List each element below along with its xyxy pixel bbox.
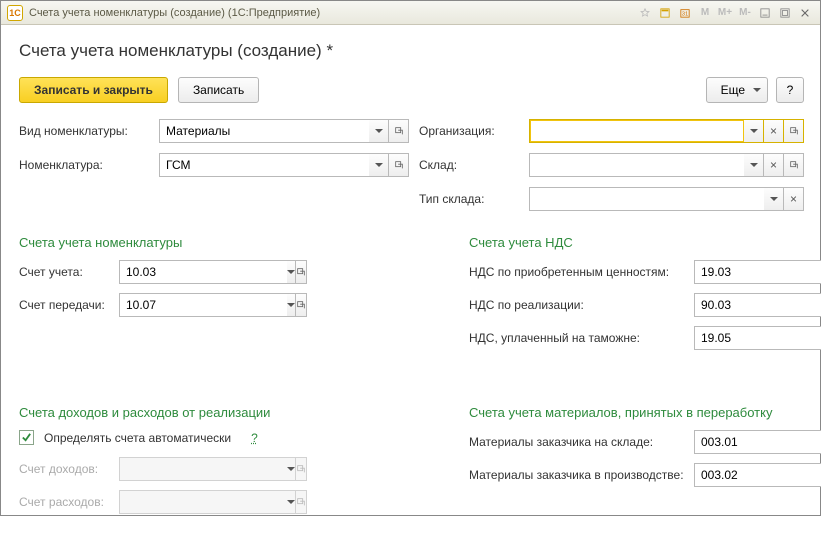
titlebar: 1C Счета учета номенклатуры (создание) (… bbox=[1, 1, 820, 25]
vid-nomen-dropdown[interactable] bbox=[369, 119, 389, 143]
vid-nomen-label: Вид номенклатуры: bbox=[19, 124, 149, 138]
sklad-input[interactable] bbox=[529, 153, 744, 177]
chevron-down-icon bbox=[287, 303, 295, 307]
maximize-icon[interactable] bbox=[776, 5, 794, 21]
vid-nomen-open[interactable] bbox=[389, 119, 409, 143]
vat-sales-input[interactable] bbox=[694, 293, 821, 317]
chevron-down-icon bbox=[750, 163, 758, 167]
vat-purchase-label: НДС по приобретенным ценностям: bbox=[469, 265, 694, 279]
vat-customs-input[interactable] bbox=[694, 326, 821, 350]
materials-stock-input[interactable] bbox=[694, 430, 821, 454]
nomen-input-group bbox=[159, 153, 409, 177]
auto-accounts-label: Определять счета автоматически bbox=[44, 431, 231, 445]
org-open[interactable] bbox=[784, 119, 804, 143]
x-icon bbox=[770, 125, 777, 138]
chevron-down-icon bbox=[375, 163, 383, 167]
account-input[interactable] bbox=[119, 260, 287, 284]
sklad-clear[interactable] bbox=[764, 153, 784, 177]
section-vat-title: Счета учета НДС bbox=[469, 235, 821, 250]
materials-prod-input[interactable] bbox=[694, 463, 821, 487]
tip-sklada-dropdown[interactable] bbox=[764, 187, 784, 211]
income-label: Счет доходов: bbox=[19, 462, 119, 476]
transfer-label: Счет передачи: bbox=[19, 298, 119, 312]
transfer-input[interactable] bbox=[119, 293, 287, 317]
window-title: Счета учета номенклатуры (создание) (1С:… bbox=[29, 7, 320, 19]
chevron-down-icon bbox=[287, 500, 295, 504]
sklad-open[interactable] bbox=[784, 153, 804, 177]
app-logo: 1C bbox=[7, 5, 23, 21]
more-button[interactable]: Еще bbox=[706, 77, 768, 103]
income-dropdown bbox=[287, 457, 296, 481]
nomen-input[interactable] bbox=[159, 153, 369, 177]
tip-sklada-input[interactable] bbox=[529, 187, 764, 211]
chevron-down-icon bbox=[770, 197, 778, 201]
vid-nomen-input-group bbox=[159, 119, 409, 143]
org-dropdown[interactable] bbox=[744, 119, 764, 143]
expense-dropdown bbox=[287, 490, 296, 514]
toolbar: Записать и закрыть Записать Еще ? bbox=[19, 77, 804, 103]
chevron-down-icon bbox=[375, 129, 383, 133]
m-minus-button[interactable]: M- bbox=[736, 5, 754, 21]
sklad-input-group bbox=[529, 153, 804, 177]
favorite-icon[interactable] bbox=[636, 5, 654, 21]
transfer-dropdown[interactable] bbox=[287, 293, 296, 317]
vat-customs-label: НДС, уплаченный на таможне: bbox=[469, 331, 694, 345]
calendar-icon[interactable]: 31 bbox=[676, 5, 694, 21]
nomen-open[interactable] bbox=[389, 153, 409, 177]
income-open bbox=[296, 457, 307, 481]
vid-nomen-input[interactable] bbox=[159, 119, 369, 143]
auto-accounts-checkbox[interactable] bbox=[19, 430, 34, 445]
chevron-down-icon bbox=[287, 270, 295, 274]
tip-sklada-clear[interactable] bbox=[784, 187, 804, 211]
income-input bbox=[119, 457, 287, 481]
section-accounts-title: Счета учета номенклатуры bbox=[19, 235, 419, 250]
org-label: Организация: bbox=[419, 124, 519, 138]
sklad-label: Склад: bbox=[419, 158, 519, 172]
org-input-group bbox=[529, 119, 804, 143]
top-form: Вид номенклатуры: Организация: Номенклат… bbox=[19, 119, 804, 211]
tip-sklada-input-group bbox=[529, 187, 804, 211]
tip-sklada-label: Тип склада: bbox=[419, 192, 519, 206]
more-button-label: Еще bbox=[721, 83, 745, 97]
nomen-dropdown[interactable] bbox=[369, 153, 389, 177]
m-button[interactable]: M bbox=[696, 5, 714, 21]
transfer-open[interactable] bbox=[296, 293, 307, 317]
section-materials-title: Счета учета материалов, принятых в перер… bbox=[469, 405, 821, 420]
page-title: Счета учета номенклатуры (создание) * bbox=[19, 41, 804, 61]
save-close-button[interactable]: Записать и закрыть bbox=[19, 77, 168, 103]
chevron-down-icon bbox=[287, 467, 295, 471]
close-icon[interactable] bbox=[796, 5, 814, 21]
chevron-down-icon bbox=[750, 129, 758, 133]
materials-stock-label: Материалы заказчика на складе: bbox=[469, 435, 694, 449]
chevron-down-icon bbox=[753, 88, 761, 92]
org-input[interactable] bbox=[529, 119, 744, 143]
account-label: Счет учета: bbox=[19, 265, 119, 279]
m-plus-button[interactable]: M+ bbox=[716, 5, 734, 21]
x-icon bbox=[790, 193, 797, 206]
section-income: Счета доходов и расходов от реализации О… bbox=[19, 365, 449, 523]
x-icon bbox=[770, 159, 777, 172]
sklad-dropdown[interactable] bbox=[744, 153, 764, 177]
save-button[interactable]: Записать bbox=[178, 77, 259, 103]
vat-sales-label: НДС по реализации: bbox=[469, 298, 694, 312]
account-dropdown[interactable] bbox=[287, 260, 296, 284]
window: 1C Счета учета номенклатуры (создание) (… bbox=[0, 0, 821, 516]
org-clear[interactable] bbox=[764, 119, 784, 143]
account-open[interactable] bbox=[296, 260, 307, 284]
section-materials: Счета учета материалов, принятых в перер… bbox=[469, 365, 821, 523]
calculator-icon[interactable] bbox=[656, 5, 674, 21]
expense-open bbox=[296, 490, 307, 514]
vat-purchase-input[interactable] bbox=[694, 260, 821, 284]
section-vat: Счета учета НДС НДС по приобретенным цен… bbox=[469, 217, 821, 359]
materials-prod-label: Материалы заказчика в производстве: bbox=[469, 468, 694, 482]
section-income-title: Счета доходов и расходов от реализации bbox=[19, 405, 449, 420]
expense-input bbox=[119, 490, 287, 514]
expense-label: Счет расходов: bbox=[19, 495, 119, 509]
help-button[interactable]: ? bbox=[776, 77, 804, 103]
svg-text:31: 31 bbox=[682, 11, 688, 17]
auto-accounts-help[interactable]: ? bbox=[251, 431, 258, 445]
minimize-icon[interactable] bbox=[756, 5, 774, 21]
nomen-label: Номенклатура: bbox=[19, 158, 149, 172]
section-accounts: Счета учета номенклатуры Счет учета: Сче… bbox=[19, 217, 419, 359]
